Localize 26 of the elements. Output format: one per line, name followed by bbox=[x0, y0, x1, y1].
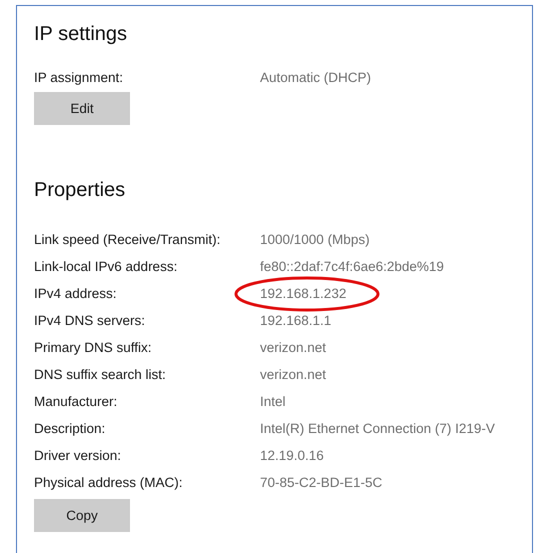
field-label: IP assignment: bbox=[34, 70, 124, 85]
field-label: Description: bbox=[34, 421, 106, 436]
copy-button[interactable]: Copy bbox=[34, 499, 130, 532]
field-label: Primary DNS suffix: bbox=[34, 340, 153, 355]
section-heading: IP settings bbox=[34, 23, 128, 46]
field-value: Intel(R) Ethernet Connection (7) I219-V bbox=[260, 421, 495, 436]
field-value: 1000/1000 (Mbps) bbox=[260, 232, 370, 247]
field-label: IPv4 address: bbox=[34, 286, 118, 301]
section-heading: Properties bbox=[34, 179, 126, 202]
field-value: Automatic (DHCP) bbox=[260, 70, 372, 85]
field-value: fe80::2daf:7c4f:6ae6:2bde%19 bbox=[260, 259, 444, 274]
field-label: Link-local IPv6 address: bbox=[34, 259, 178, 274]
field-value: 12.19.0.16 bbox=[260, 448, 324, 463]
field-value: verizon.net bbox=[260, 340, 326, 355]
field-value: 192.168.1.1 bbox=[260, 313, 332, 328]
field-value: Intel bbox=[260, 394, 286, 409]
field-value: 192.168.1.232 bbox=[260, 286, 346, 301]
field-label: Link speed (Receive/Transmit): bbox=[34, 232, 222, 247]
field-label: IPv4 DNS servers: bbox=[34, 313, 146, 328]
field-label: Driver version: bbox=[34, 448, 122, 463]
edit-button[interactable]: Edit bbox=[34, 92, 130, 125]
field-value: verizon.net bbox=[260, 367, 326, 382]
field-label: Physical address (MAC): bbox=[34, 475, 184, 490]
field-value: 70-85-C2-BD-E1-5C bbox=[260, 475, 382, 490]
field-label: DNS suffix search list: bbox=[34, 367, 167, 382]
field-label: Manufacturer: bbox=[34, 394, 118, 409]
